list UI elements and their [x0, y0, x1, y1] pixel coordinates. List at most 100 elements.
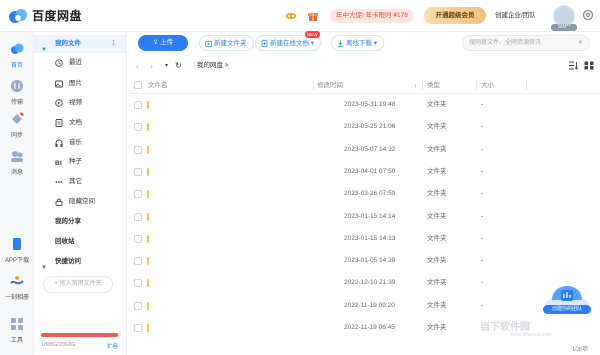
rail-label: 同步	[10, 133, 23, 139]
expand-storage-link[interactable]: 扩容	[107, 342, 118, 350]
rail-item-tools[interactable]: 工具	[0, 317, 34, 344]
table-row[interactable]: 2023-04-01 07:50 文件夹 -	[128, 161, 600, 183]
upload-button[interactable]: ⇪ 上传	[138, 35, 188, 51]
sort-desc-arrow-icon[interactable]: ↓	[414, 77, 417, 94]
rail-label: 首页	[10, 63, 23, 69]
create-team-link[interactable]: 创建企业/团队	[495, 9, 536, 23]
sidebar-item-videos[interactable]: 视频	[34, 94, 127, 112]
table-row[interactable]: 2023-05-25 21:06 文件夹 -	[128, 116, 600, 138]
back-arrow-icon[interactable]: ‹	[136, 60, 139, 72]
clock-icon	[55, 59, 63, 67]
sort-icon[interactable]	[568, 61, 578, 70]
tools-icon	[11, 318, 23, 330]
column-header-type[interactable]: 类型	[427, 77, 440, 94]
folder-icon	[147, 279, 149, 288]
search-input[interactable]: 搜网盘文件、全网资源资讯 ✕	[462, 35, 590, 51]
file-type: 文件夹	[427, 279, 447, 287]
close-icon[interactable]: ✕	[578, 36, 583, 50]
sidebar-item-recycle-bin[interactable]: 回收站	[34, 233, 127, 251]
grid-view-icon[interactable]	[584, 61, 594, 70]
sidebar-item-music[interactable]: 音乐	[34, 134, 127, 152]
rail-label: 一刻相册	[4, 295, 29, 301]
vip-button[interactable]: 开通超级会员	[424, 7, 486, 24]
column-header-name[interactable]: 文件名	[148, 77, 168, 94]
breadcrumb-path[interactable]: 我的网盘 >	[197, 60, 229, 72]
row-checkbox[interactable]	[134, 212, 142, 221]
column-header-size[interactable]: 大小	[481, 77, 494, 94]
gear-icon[interactable]	[582, 9, 594, 21]
modified-time: 2023-05-07 14:22	[344, 145, 396, 153]
sidebar-item-label: 图片	[69, 80, 82, 87]
modified-time: 2022-12-10 21:39	[344, 279, 396, 287]
row-checkbox[interactable]	[134, 123, 142, 132]
table-row[interactable]: 2023-01-05 14:28 文件夹 -	[128, 250, 600, 272]
new-folder-button[interactable]: 新建文件夹	[199, 35, 254, 51]
sidebar-item-documents[interactable]: 文档	[34, 114, 127, 132]
file-type: 文件夹	[427, 324, 447, 331]
file-type: 文件夹	[427, 212, 447, 220]
game-icon[interactable]	[285, 10, 297, 22]
sidebar-item-hidden-space[interactable]: 隐藏空间	[34, 193, 127, 211]
rail-item-sync[interactable]: 同步	[0, 112, 34, 139]
modified-time: 2023-01-15 14:13	[344, 234, 396, 242]
rail-item-app-download[interactable]: APP下载	[0, 237, 34, 264]
headphones-icon	[55, 139, 63, 147]
table-row[interactable]: 2023-05-07 14:22 文件夹 -	[128, 139, 600, 161]
row-checkbox[interactable]	[134, 167, 142, 176]
row-checkbox[interactable]	[134, 301, 142, 310]
file-type: 文件夹	[427, 167, 447, 175]
row-checkbox[interactable]	[134, 257, 142, 266]
promo-banner[interactable]: 年中大促! 年卡限时 ¥178	[330, 9, 414, 23]
row-checkbox[interactable]	[134, 190, 142, 199]
more-dots-icon[interactable]: ⋮	[110, 35, 117, 53]
sidebar-item-recent[interactable]: 最近	[34, 54, 127, 72]
sidebar-item-quick-access[interactable]: ▼ 快捷访问	[34, 253, 127, 271]
table-row[interactable]: 2023-03-26 07:59 文件夹 -	[128, 183, 600, 205]
rail-item-home[interactable]: 首页	[0, 42, 34, 69]
sidebar-item-torrents[interactable]: Bt 种子	[34, 153, 127, 171]
create-team-badge-label[interactable]: 创建你的团队	[543, 305, 591, 314]
home-icon	[11, 43, 24, 54]
user-name: SIM**	[551, 24, 577, 31]
offline-download-button[interactable]: 离线下载 ▾	[331, 35, 385, 51]
table-row[interactable]: 2022-11-19 09:20 文件夹 -	[128, 295, 600, 317]
column-divider	[313, 81, 314, 90]
sidebar-item-label: 回收站	[55, 238, 75, 245]
modified-time: 2023-01-15 14:14	[344, 212, 396, 220]
rail-label: APP下载	[4, 258, 29, 264]
sidebar-item-others[interactable]: 其它	[34, 173, 127, 191]
add-quick-access-button[interactable]: + 拖入常用文件夹	[43, 276, 113, 293]
image-icon	[55, 80, 63, 88]
item-count: 108项	[572, 347, 589, 353]
gift-icon[interactable]	[307, 10, 319, 22]
new-badge: NEW	[305, 31, 320, 38]
sidebar-item-my-share[interactable]: 我的分享	[34, 213, 127, 231]
row-checkbox[interactable]	[134, 279, 142, 288]
storage-progress-fill	[41, 333, 118, 337]
table-row[interactable]: 2022-12-10 21:39 文件夹 -	[128, 272, 600, 294]
app-title: 百度网盘	[32, 9, 83, 23]
row-checkbox[interactable]	[134, 101, 142, 109]
sidebar-item-my-files[interactable]: ▼ 我的文件 ⋮	[34, 35, 127, 53]
table-row[interactable]: 2023-05-31 19:48 文件夹 -	[128, 94, 600, 116]
svg-text:Bt: Bt	[55, 160, 63, 166]
folder-icon	[147, 324, 149, 332]
sidebar-item-images[interactable]: 图片	[34, 75, 127, 93]
row-checkbox[interactable]	[134, 234, 142, 243]
column-header-modified[interactable]: 修改时间	[317, 77, 343, 94]
table-row[interactable]: 2023-01-15 14:13 文件夹 -	[128, 228, 600, 250]
file-type: 文件夹	[427, 301, 447, 309]
select-all-checkbox[interactable]	[134, 81, 142, 89]
rail-item-message[interactable]: 消息	[0, 149, 34, 176]
row-checkbox[interactable]	[134, 145, 142, 154]
file-size: -	[481, 212, 484, 220]
row-checkbox[interactable]	[134, 324, 142, 332]
forward-arrow-icon[interactable]: ›	[150, 60, 153, 72]
left-rail: 首页 传输 同步 消息 APP下载 一刻相册 工具	[0, 32, 34, 355]
refresh-icon[interactable]: ↻	[175, 60, 182, 72]
chevron-down-icon[interactable]: ▾	[165, 60, 168, 72]
table-row[interactable]: 2023-01-15 14:14 文件夹 -	[128, 206, 600, 228]
rail-item-transfer[interactable]: 传输	[0, 79, 34, 106]
watermark-url: www.downxia.com	[510, 332, 552, 338]
rail-item-album[interactable]: 一刻相册	[0, 274, 34, 301]
